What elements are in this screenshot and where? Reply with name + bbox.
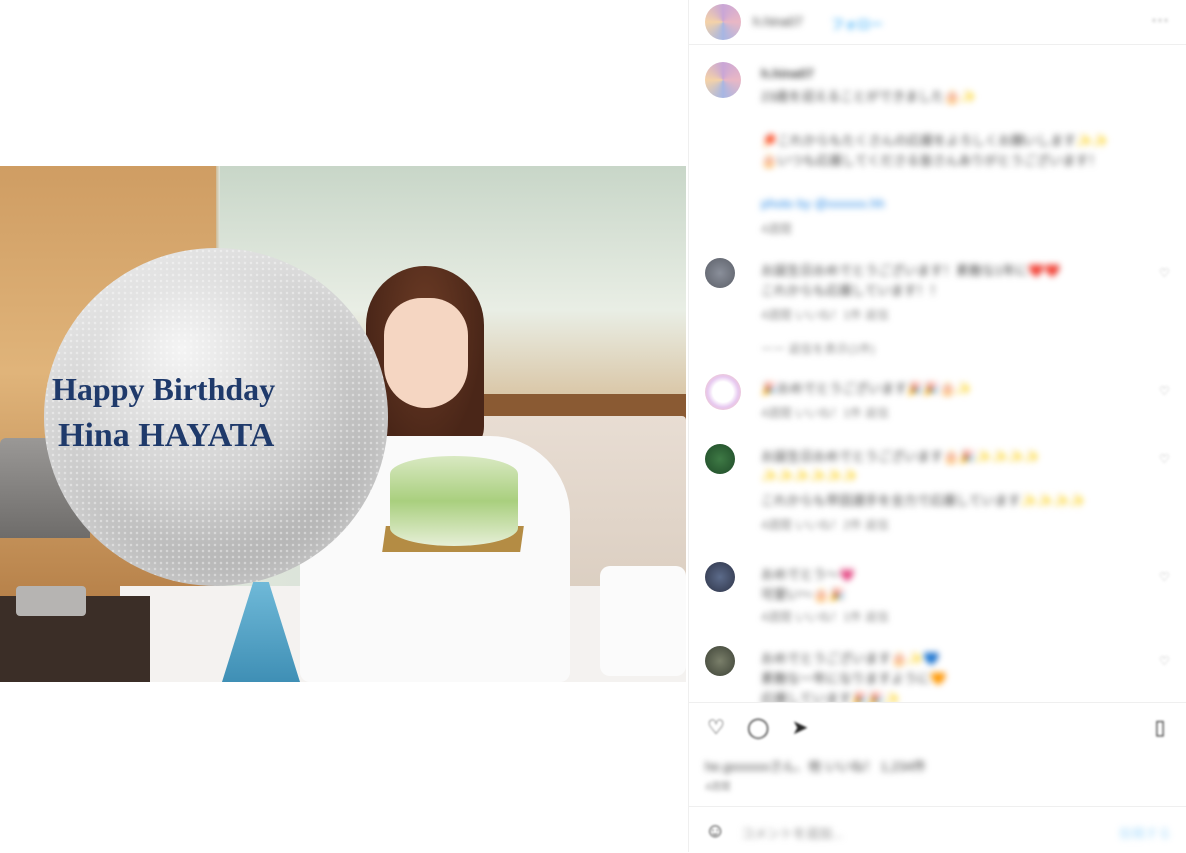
image-pane: Happy Birthday Hina HAYATA [0,0,688,852]
post-photo[interactable]: Happy Birthday Hina HAYATA [0,166,686,682]
balloon-line-1: Happy Birthday [52,371,276,407]
comment-text-2: 素敵な一年になりますように🧡 [761,671,947,686]
more-horizontal-icon[interactable]: ⋯ [1151,10,1171,30]
likes-count[interactable]: he.gxxxxxxさん、他 いいね！ 1,234件 [705,756,926,775]
balloon-line-2: Hina HAYATA [58,417,275,454]
comment-icon[interactable]: ◯ [747,717,769,739]
comment-heart-icon[interactable]: ♡ [1159,654,1171,668]
commenter-avatar[interactable] [705,374,741,410]
comment-text: おめでとうございます🎂✨💙 [761,651,940,666]
caption-avatar[interactable] [705,62,741,98]
add-comment-bar: ☺ コメントを追加... 投稿する [689,806,1186,853]
comment-meta[interactable]: 4週間 いいね！1件 返信 [761,608,889,625]
comment-text: 🎉おめでとうございます🎉🎉🎂✨ [761,381,972,396]
action-bar: ♡ ◯ ➤ ▯ [689,702,1186,753]
lamp-base [16,586,86,616]
comment-meta[interactable]: 4週間 いいね！1件 返信 [761,306,889,323]
send-icon[interactable]: ➤ [789,717,811,739]
view-replies[interactable]: ーー 返信を表示(1件) [705,340,1171,360]
comment-item: おめでとうございます🎂✨💙 素敵な一年になりますように🧡 応援しています🎉🎉✨ … [705,646,1171,702]
comment-item: お誕生日おめでとうございます🎂🎉✨✨✨✨ ✨✨✨✨✨✨ これからも早田選手を全力… [705,444,1171,544]
caption-line-1: 23歳を迎えることができました🎂✨ [761,89,977,104]
commenter-avatar[interactable] [705,562,735,592]
comment-meta[interactable]: 4週間 いいね！1件 返信 [761,404,889,421]
comment-text-2: 可愛い〜🎂🎉 [761,587,846,602]
comment-heart-icon[interactable]: ♡ [1159,384,1171,398]
comment-item: 🎉おめでとうございます🎉🎉🎂✨ 4週間 いいね！1件 返信 ♡ [705,374,1171,434]
comment-text-2: ✨✨✨✨✨✨ [761,468,859,483]
caption: h.hina07 23歳を迎えることができました🎂✨ 🏓これからもたくさんの応援… [705,62,1171,242]
view-replies-text[interactable]: ーー 返信を表示(1件) [761,340,875,357]
comment-heart-icon[interactable]: ♡ [1159,452,1171,466]
caption-line-3: 🎂いつも応援してくださる皆さんありがとうございます！ [761,153,1102,168]
post-header: h.hina07 フォロー ⋯ [689,0,1186,45]
commenter-avatar[interactable] [705,258,735,288]
post-comment-button[interactable]: 投稿する [1119,823,1171,842]
commenter-avatar[interactable] [705,444,735,474]
post-sidebar: h.hina07 フォロー ⋯ h.hina07 23歳を迎えることができました… [688,0,1186,852]
follow-button[interactable]: フォロー [831,14,883,33]
comment-item: おめでとう〜💗 可愛い〜🎂🎉 4週間 いいね！1件 返信 ♡ [705,562,1171,632]
smiley-icon[interactable]: ☺ [705,819,729,843]
comments-list[interactable]: h.hina07 23歳を迎えることができました🎂✨ 🏓これからもたくさんの応援… [689,44,1186,702]
person-face [384,298,468,408]
bookmark-icon[interactable]: ▯ [1149,717,1171,739]
comment-text: おめでとう〜💗 [761,567,856,582]
comment-text-3: これからも早田選手を全力で応援しています✨✨✨✨ [761,493,1086,508]
balloon-text: Happy Birthday Hina HAYATA [52,366,352,460]
author-avatar[interactable] [705,4,741,40]
comment-text-2: これからも応援しています！！ [761,283,943,298]
comment-heart-icon[interactable]: ♡ [1159,266,1171,280]
caption-timestamp: 4週間 [761,222,792,236]
comment-meta[interactable]: 4週間 いいね！2件 返信 [761,516,889,533]
comment-item: お誕生日おめでとうございます！素敵な1年に❤️❤️ これからも応援しています！！… [705,258,1171,328]
comment-text: お誕生日おめでとうございます！素敵な1年に❤️❤️ [761,263,1061,278]
comment-text: お誕生日おめでとうございます🎂🎉✨✨✨✨ [761,449,1041,464]
pillow [600,566,686,676]
birthday-cake [390,456,518,546]
post-date: 4週間 [705,782,731,793]
comment-heart-icon[interactable]: ♡ [1159,570,1171,584]
comment-text-3: 応援しています🎉🎉✨ [761,691,901,702]
author-username[interactable]: h.hina07 [753,14,803,29]
photo-credit[interactable]: photo by @xxxxxx.hh [761,196,885,211]
heart-icon[interactable]: ♡ [705,717,727,739]
comment-input[interactable]: コメントを追加... [741,823,843,842]
caption-username[interactable]: h.hina07 [761,66,814,81]
commenter-avatar[interactable] [705,646,735,676]
caption-line-2: 🏓これからもたくさんの応援をよろしくお願いします✨✨ [761,133,1109,148]
